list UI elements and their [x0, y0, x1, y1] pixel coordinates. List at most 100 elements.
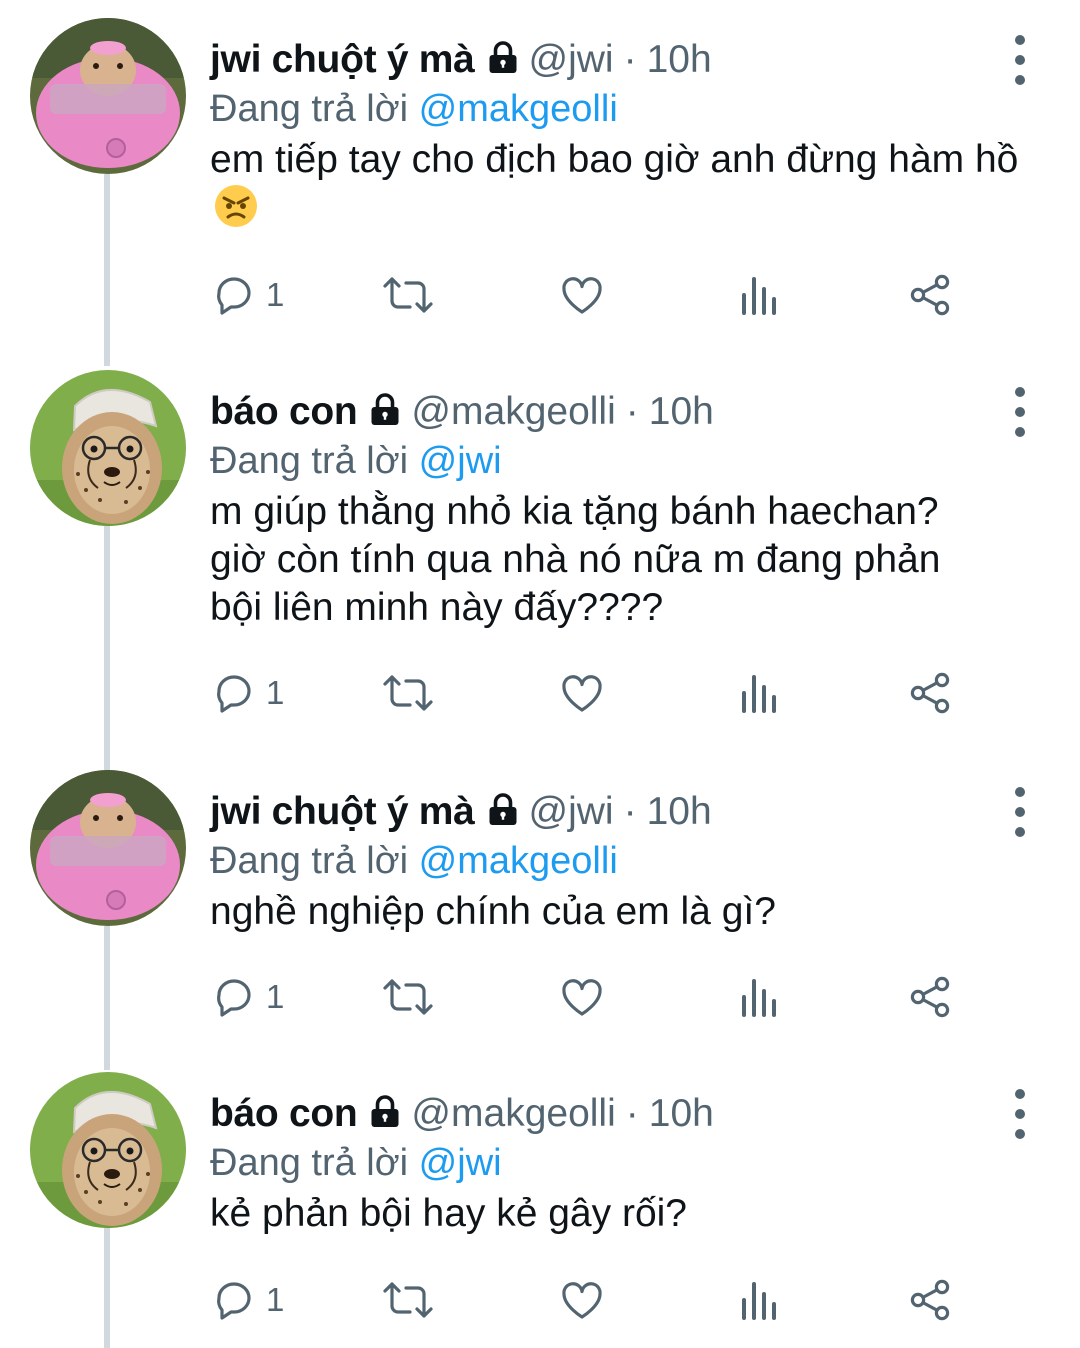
- replying-to: Đang trả lời @jwi: [210, 440, 502, 483]
- more-icon[interactable]: [1008, 28, 1032, 92]
- reply-mention-link[interactable]: @makgeolli: [419, 88, 618, 130]
- share-button[interactable]: [906, 265, 954, 325]
- tweet-text-content: kẻ phản bội hay kẻ gây rối?: [210, 1192, 687, 1235]
- avatar[interactable]: [30, 18, 186, 174]
- cheetah-avatar-image: [30, 1072, 186, 1228]
- reply-icon: [217, 277, 251, 315]
- reply-count: 1: [266, 674, 285, 711]
- hamster-avatar-image: [30, 18, 186, 174]
- views-button[interactable]: [734, 265, 782, 325]
- retweet-button[interactable]: [382, 1270, 434, 1330]
- retweet-button[interactable]: [382, 663, 434, 723]
- action-bar: 1: [210, 967, 970, 1027]
- separator-dot: ·: [623, 38, 637, 81]
- reply-icon: [217, 979, 251, 1017]
- replying-to-label: Đang trả lời: [210, 88, 409, 130]
- reply-icon: [217, 1282, 251, 1320]
- timestamp[interactable]: 10h: [649, 1092, 714, 1136]
- reply-mention-link[interactable]: @jwi: [419, 440, 502, 482]
- timestamp[interactable]: 10h: [647, 38, 712, 82]
- action-bar: 1: [210, 1270, 970, 1330]
- handle[interactable]: @makgeolli: [411, 1092, 615, 1136]
- like-button[interactable]: [558, 265, 606, 325]
- display-name[interactable]: jwi chuột ý mà: [210, 790, 475, 834]
- share-icon: [910, 274, 950, 316]
- separator-dot: ·: [625, 390, 639, 433]
- tweet-text: em tiếp tay cho địch bao giờ anh đừng hà…: [210, 136, 1030, 240]
- separator-dot: ·: [625, 1092, 639, 1135]
- lock-icon: [485, 792, 521, 833]
- tweet-header: báo con @makgeolli · 10h: [210, 384, 714, 440]
- reply-count: 1: [266, 276, 285, 313]
- share-button[interactable]: [906, 1270, 954, 1330]
- more-icon[interactable]: [1008, 780, 1032, 844]
- reply-mention-link[interactable]: @jwi: [419, 1142, 502, 1184]
- tweet[interactable]: báo con @makgeolli · 10h Đang trả lời @j…: [0, 370, 1080, 770]
- tweet-text: kẻ phản bội hay kẻ gây rối?: [210, 1190, 1030, 1238]
- tweet-header: jwi chuột ý mà @jwi · 10h: [210, 32, 712, 88]
- tweet[interactable]: jwi chuột ý mà @jwi · 10h Đang trả lời @…: [0, 18, 1080, 366]
- like-icon: [562, 1282, 602, 1319]
- share-button[interactable]: [906, 967, 954, 1027]
- more-icon[interactable]: [1008, 1082, 1032, 1146]
- views-button[interactable]: [734, 967, 782, 1027]
- replying-to-label: Đang trả lời: [210, 440, 409, 482]
- timestamp[interactable]: 10h: [647, 790, 712, 834]
- handle[interactable]: @makgeolli: [411, 390, 615, 434]
- views-icon: [742, 979, 776, 1017]
- views-icon: [742, 277, 776, 315]
- avatar[interactable]: [30, 1072, 186, 1228]
- tweet-header: jwi chuột ý mà @jwi · 10h: [210, 784, 712, 840]
- tweet-text: nghề nghiệp chính của em là gì?: [210, 888, 1030, 936]
- reply-count: 1: [266, 978, 285, 1015]
- cheetah-avatar-image: [30, 370, 186, 526]
- replying-to-label: Đang trả lời: [210, 840, 409, 882]
- more-icon[interactable]: [1008, 380, 1032, 444]
- views-button[interactable]: [734, 663, 782, 723]
- share-icon: [910, 672, 950, 714]
- views-icon: [742, 675, 776, 713]
- replying-to: Đang trả lời @makgeolli: [210, 840, 618, 883]
- hamster-avatar-image: [30, 770, 186, 926]
- lock-icon: [367, 392, 403, 433]
- tweet-text-content: em tiếp tay cho địch bao giờ anh đừng hà…: [210, 138, 1019, 181]
- reply-icon: [217, 675, 251, 713]
- reply-button[interactable]: 1: [210, 967, 284, 1027]
- tweet[interactable]: jwi chuột ý mà @jwi · 10h Đang trả lời @…: [0, 770, 1080, 1070]
- retweet-button[interactable]: [382, 265, 434, 325]
- tweet[interactable]: báo con @makgeolli · 10h Đang trả lời @j…: [0, 1072, 1080, 1348]
- action-bar: 1: [210, 663, 970, 723]
- avatar[interactable]: [30, 770, 186, 926]
- replying-to-label: Đang trả lời: [210, 1142, 409, 1184]
- share-button[interactable]: [906, 663, 954, 723]
- views-button[interactable]: [734, 1270, 782, 1330]
- lock-icon: [485, 40, 521, 81]
- retweet-button[interactable]: [382, 967, 434, 1027]
- retweet-icon: [383, 979, 433, 1015]
- reply-count: 1: [266, 1281, 285, 1318]
- like-button[interactable]: [558, 663, 606, 723]
- display-name[interactable]: jwi chuột ý mà: [210, 38, 475, 82]
- reply-mention-link[interactable]: @makgeolli: [419, 840, 618, 882]
- replying-to: Đang trả lời @makgeolli: [210, 88, 618, 131]
- retweet-icon: [383, 675, 433, 711]
- like-icon: [562, 277, 602, 314]
- separator-dot: ·: [623, 790, 637, 833]
- tweet-header: báo con @makgeolli · 10h: [210, 1086, 714, 1142]
- handle[interactable]: @jwi: [529, 790, 614, 834]
- handle[interactable]: @jwi: [529, 38, 614, 82]
- like-button[interactable]: [558, 1270, 606, 1330]
- share-icon: [910, 1279, 950, 1321]
- views-icon: [742, 1282, 776, 1320]
- avatar[interactable]: [30, 370, 186, 526]
- like-button[interactable]: [558, 967, 606, 1027]
- thread-line: [104, 1228, 110, 1348]
- display-name[interactable]: báo con: [210, 1092, 358, 1136]
- reply-button[interactable]: 1: [210, 663, 284, 723]
- angry-face-emoji-icon: [214, 184, 258, 240]
- share-icon: [910, 976, 950, 1018]
- reply-button[interactable]: 1: [210, 1270, 284, 1330]
- reply-button[interactable]: 1: [210, 265, 284, 325]
- timestamp[interactable]: 10h: [649, 390, 714, 434]
- display-name[interactable]: báo con: [210, 390, 358, 434]
